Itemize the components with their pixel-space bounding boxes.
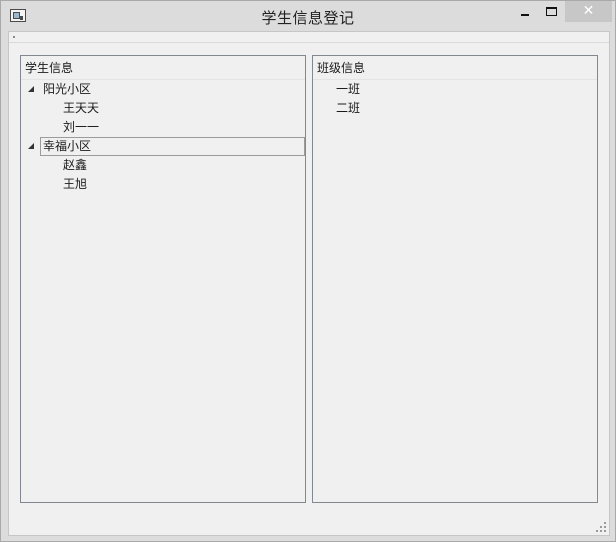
expanded-triangle-icon[interactable] xyxy=(28,86,34,92)
tree-item-student[interactable]: 刘一一 xyxy=(21,118,305,137)
class-tree-body: 一班 二班 xyxy=(313,80,597,118)
tree-item-student[interactable]: 王旭 xyxy=(21,175,305,194)
close-icon: ✕ xyxy=(582,3,595,19)
toolbar-grip-icon[interactable] xyxy=(13,36,15,38)
minimize-icon xyxy=(521,14,529,16)
class-info-header[interactable]: 班级信息 xyxy=(313,56,597,80)
close-button[interactable]: ✕ xyxy=(565,1,612,22)
tree-group-yangguang[interactable]: 阳光小区 xyxy=(21,80,305,99)
tree-group-label: 阳光小区 xyxy=(43,82,92,96)
tree-item-label: 赵鑫 xyxy=(63,158,88,172)
size-grip-icon[interactable] xyxy=(596,522,606,532)
tree-item-label: 刘一一 xyxy=(63,120,100,134)
student-tree-body: 阳光小区 王天天 刘一一 幸福小区 赵鑫 王旭 xyxy=(21,80,305,194)
tree-item-class[interactable]: 二班 xyxy=(313,99,597,118)
tree-item-student[interactable]: 王天天 xyxy=(21,99,305,118)
tree-group-xingfu[interactable]: 幸福小区 xyxy=(21,137,305,156)
toolbar xyxy=(9,32,609,43)
tree-item-student[interactable]: 赵鑫 xyxy=(21,156,305,175)
maximize-icon xyxy=(546,7,557,16)
tree-item-class[interactable]: 一班 xyxy=(313,80,597,99)
class-info-tree[interactable]: 班级信息 一班 二班 xyxy=(312,55,598,503)
student-info-header[interactable]: 学生信息 xyxy=(21,56,305,80)
title-bar[interactable]: 学生信息登记 ✕ xyxy=(1,1,615,31)
tree-item-label: 王旭 xyxy=(63,177,88,191)
student-info-tree[interactable]: 学生信息 阳光小区 王天天 刘一一 幸福小区 赵鑫 王旭 xyxy=(20,55,306,503)
client-area: 学生信息 阳光小区 王天天 刘一一 幸福小区 赵鑫 王旭 班级信息 一班 二班 xyxy=(8,31,610,536)
tree-item-label: 二班 xyxy=(336,101,361,115)
expanded-triangle-icon[interactable] xyxy=(28,143,34,149)
minimize-button[interactable] xyxy=(513,2,537,22)
tree-item-label: 王天天 xyxy=(63,101,100,115)
main-window: 学生信息登记 ✕ 学生信息 阳光小区 王天天 刘一一 幸福小区 赵鑫 王旭 班级… xyxy=(0,0,616,542)
tree-item-label: 一班 xyxy=(336,82,361,96)
maximize-button[interactable] xyxy=(539,2,565,22)
tree-group-label: 幸福小区 xyxy=(43,139,92,153)
